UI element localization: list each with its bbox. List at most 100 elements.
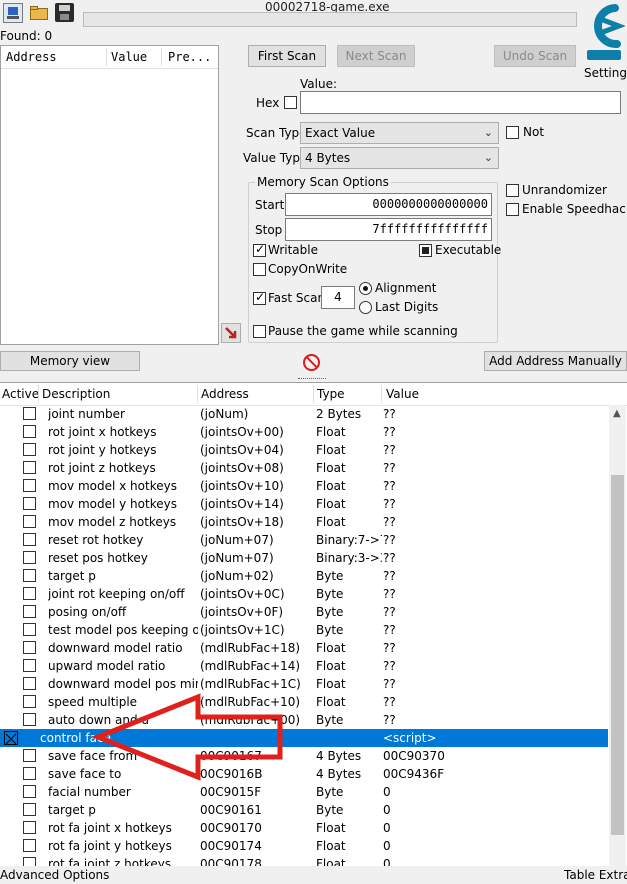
active-checkbox[interactable]: [23, 569, 36, 582]
active-checkbox[interactable]: [23, 533, 36, 546]
scan-results-list[interactable]: Address Value Pre...: [0, 45, 219, 345]
scroll-up-icon[interactable]: ▲: [613, 408, 621, 419]
active-checkbox[interactable]: [23, 407, 36, 420]
header-type[interactable]: Type: [317, 385, 345, 403]
table-row[interactable]: rot joint y hotkeys (jointsOv+04) Float??: [0, 441, 608, 459]
table-row[interactable]: reset pos hotkey (joNum+07) Binary:3->3??: [0, 549, 608, 567]
advanced-options-link[interactable]: Advanced Options: [0, 868, 109, 882]
row-address: (jointsOv+10): [200, 479, 284, 493]
table-row[interactable]: posing on/off (jointsOv+0F) Byte??: [0, 603, 608, 621]
add-address-manually-button[interactable]: Add Address Manually: [484, 351, 627, 371]
active-checkbox[interactable]: [23, 803, 36, 816]
memory-view-button[interactable]: Memory view: [0, 351, 140, 371]
active-checkbox[interactable]: [23, 605, 36, 618]
table-row[interactable]: test model pos keeping on/o(jointsOv+1C)…: [0, 621, 608, 639]
executable-checkbox[interactable]: [419, 244, 432, 257]
row-address: (jointsOv+08): [200, 461, 284, 475]
table-row[interactable]: rot joint x hotkeys (jointsOv+00) Float??: [0, 423, 608, 441]
table-extras-link[interactable]: Table Extras: [564, 868, 627, 882]
table-row[interactable]: rot fa joint x hotkeys 00C90170 Float 0: [0, 819, 608, 837]
fast-scan-input[interactable]: 4: [321, 286, 355, 309]
unrandomizer-checkbox[interactable]: [506, 184, 519, 197]
cheat-engine-logo-icon[interactable]: [581, 0, 627, 64]
table-row[interactable]: reset rot hotkey (joNum+07) Binary:7->7??: [0, 531, 608, 549]
undo-scan-button[interactable]: Undo Scan: [494, 45, 576, 67]
active-checkbox[interactable]: [23, 695, 36, 708]
active-checkbox[interactable]: [23, 443, 36, 456]
next-scan-button[interactable]: Next Scan: [337, 45, 415, 67]
pause-game-checkbox[interactable]: [253, 325, 266, 338]
header-value[interactable]: Value: [386, 385, 419, 403]
value-type-select[interactable]: 4 Bytes ⌄: [300, 147, 499, 169]
active-checkbox[interactable]: [23, 641, 36, 654]
table-row[interactable]: downward model ratio (mdlRubFac+18) Float?…: [0, 639, 608, 657]
active-checkbox[interactable]: [23, 515, 36, 528]
header-previous[interactable]: Pre...: [168, 50, 211, 64]
open-process-icon[interactable]: [3, 3, 23, 23]
active-checkbox[interactable]: [23, 767, 36, 780]
checkmark-icon: ✓: [255, 242, 266, 256]
row-description: mov model z hotkeys: [48, 515, 177, 529]
open-folder-icon[interactable]: [28, 3, 50, 23]
fast-scan-checkbox[interactable]: ✓: [253, 290, 266, 305]
scan-type-select[interactable]: Exact Value ⌄: [300, 122, 499, 144]
copy-on-write-checkbox[interactable]: [253, 263, 266, 276]
active-checkbox[interactable]: [23, 479, 36, 492]
settings-link[interactable]: Settings: [584, 66, 627, 80]
active-checkbox[interactable]: [23, 461, 36, 474]
last-digits-radio[interactable]: [359, 301, 372, 314]
group-script-checkbox[interactable]: [4, 731, 18, 745]
start-address-input[interactable]: 0000000000000000: [285, 193, 492, 216]
table-row[interactable]: rot fa joint z hotkeys 00C90178 Float 0: [0, 855, 608, 866]
table-row[interactable]: target p (joNum+02) Byte??: [0, 567, 608, 585]
header-active[interactable]: Active: [2, 385, 39, 403]
active-checkbox[interactable]: [23, 839, 36, 852]
save-icon[interactable]: [55, 3, 74, 22]
row-address: (joNum): [200, 407, 249, 421]
active-checkbox[interactable]: [23, 785, 36, 798]
row-address: (jointsOv+00): [200, 425, 284, 439]
active-checkbox[interactable]: [23, 551, 36, 564]
speedhack-checkbox[interactable]: [506, 203, 519, 216]
copy-selected-arrow-icon[interactable]: [221, 323, 241, 343]
header-description[interactable]: Description: [42, 385, 110, 403]
table-row[interactable]: upward model ratio (mdlRubFac+14) Float??: [0, 657, 608, 675]
active-checkbox[interactable]: [23, 587, 36, 600]
active-checkbox[interactable]: [23, 659, 36, 672]
hex-checkbox[interactable]: [284, 96, 297, 109]
active-checkbox[interactable]: [23, 497, 36, 510]
active-checkbox[interactable]: [23, 749, 36, 762]
table-row[interactable]: target p 00C90161 Byte 0: [0, 801, 608, 819]
table-row[interactable]: mov model y hotkeys (jointsOv+14) Float??: [0, 495, 608, 513]
alignment-radio[interactable]: [359, 282, 372, 295]
table-row[interactable]: joint rot keeping on/off (jointsOv+0C) Byt…: [0, 585, 608, 603]
active-checkbox[interactable]: [23, 713, 36, 726]
active-checkbox[interactable]: [23, 857, 36, 866]
value-input[interactable]: [300, 91, 621, 114]
active-checkbox[interactable]: [23, 623, 36, 636]
address-list[interactable]: Active Description Address Type Value jo…: [0, 382, 627, 866]
row-address: 00C9015F: [200, 785, 262, 799]
table-row[interactable]: facial number 00C9015F Byte 0: [0, 783, 608, 801]
not-checkbox[interactable]: [506, 126, 519, 139]
scroll-thumb[interactable]: [611, 475, 624, 835]
address-list-scrollbar[interactable]: ▲: [609, 405, 626, 866]
first-scan-button[interactable]: First Scan: [248, 45, 326, 67]
active-checkbox[interactable]: [23, 425, 36, 438]
table-row[interactable]: rot fa joint y hotkeys 00C90174 Float 0: [0, 837, 608, 855]
table-row[interactable]: mov model z hotkeys (jointsOv+18) Float??: [0, 513, 608, 531]
header-address[interactable]: Address: [201, 385, 249, 403]
table-row[interactable]: downward model pos min (mdlRubFac+1C) Floa…: [0, 675, 608, 693]
table-row[interactable]: joint number (joNum) 2 Bytes??: [0, 405, 608, 423]
writable-checkbox[interactable]: ✓: [253, 242, 266, 257]
stop-icon[interactable]: [303, 354, 320, 371]
row-type: Float: [316, 695, 346, 709]
stop-address-input[interactable]: 7fffffffffffffff: [285, 218, 492, 241]
row-description: rot fa joint y hotkeys: [48, 839, 172, 853]
header-address[interactable]: Address: [6, 50, 57, 64]
table-row[interactable]: mov model x hotkeys (jointsOv+10) Float??: [0, 477, 608, 495]
header-value[interactable]: Value: [111, 50, 147, 64]
active-checkbox[interactable]: [23, 821, 36, 834]
active-checkbox[interactable]: [23, 677, 36, 690]
table-row[interactable]: rot joint z hotkeys (jointsOv+08) Float??: [0, 459, 608, 477]
